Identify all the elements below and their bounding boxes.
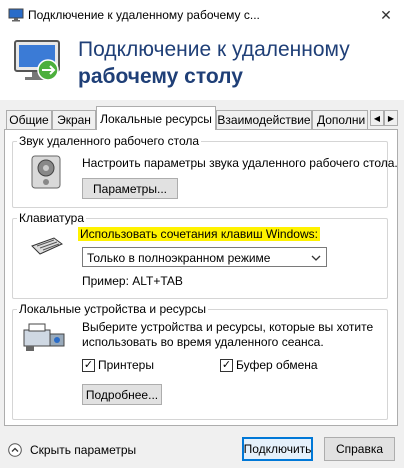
- devices-icon: [23, 323, 65, 351]
- header-title-line1: Подключение к удаленному: [78, 38, 350, 61]
- remote-desktop-icon: [14, 40, 60, 81]
- sound-group-legend: Звук удаленного рабочего стола: [19, 134, 200, 148]
- chevron-down-icon: [311, 255, 321, 261]
- keyboard-icon: [31, 237, 63, 255]
- windows-keys-dropdown[interactable]: Только в полноэкранном режиме: [82, 247, 327, 267]
- tab-general[interactable]: Общие: [6, 110, 52, 129]
- devices-group-legend: Локальные устройства и ресурсы: [19, 302, 206, 316]
- more-devices-button[interactable]: Подробнее...: [82, 384, 162, 405]
- windows-keys-dropdown-value: Только в полноэкранном режиме: [87, 251, 271, 265]
- devices-description-line1: Выберите устройства и ресурсы, которые в…: [82, 320, 374, 334]
- hide-options-link[interactable]: Скрыть параметры: [30, 443, 136, 457]
- tab-experience[interactable]: Взаимодействие: [216, 110, 312, 129]
- clipboard-label: Буфер обмена: [236, 358, 318, 372]
- app-icon: [8, 8, 24, 22]
- header-title-line2: рабочему столу: [78, 65, 243, 88]
- title-bar: Подключение к удаленному рабочему с... ✕: [0, 0, 404, 30]
- sound-settings-button[interactable]: Параметры...: [82, 178, 178, 199]
- sound-group: Звук удаленного рабочего стола: [12, 134, 388, 208]
- chevron-up-icon[interactable]: [8, 443, 22, 457]
- tab-scroll-left-icon[interactable]: ◀: [370, 110, 384, 126]
- clipboard-checkbox[interactable]: ✓: [220, 359, 233, 372]
- printers-label: Принтеры: [98, 358, 154, 372]
- connect-button[interactable]: Подключить: [242, 437, 313, 461]
- close-icon[interactable]: ✕: [368, 0, 404, 30]
- speaker-icon: [31, 155, 61, 189]
- tab-advanced[interactable]: Дополни: [312, 110, 368, 129]
- sound-description: Настроить параметры звука удаленного раб…: [82, 156, 398, 170]
- keyboard-example: Пример: ALT+TAB: [82, 274, 183, 288]
- help-button[interactable]: Справка: [324, 437, 395, 461]
- windows-keys-label: Использовать сочетания клавиш Windows:: [78, 227, 320, 241]
- header-banner: Подключение к удаленному рабочему столу: [0, 30, 404, 100]
- devices-description-line2: использовать во время удаленного сеанса.: [82, 335, 324, 349]
- tab-local-resources[interactable]: Локальные ресурсы: [96, 106, 216, 130]
- tab-display[interactable]: Экран: [52, 110, 96, 129]
- printers-checkbox[interactable]: ✓: [82, 359, 95, 372]
- window-title: Подключение к удаленному рабочему с...: [28, 8, 260, 22]
- tab-scroll-right-icon[interactable]: ▶: [384, 110, 398, 126]
- keyboard-group-legend: Клавиатура: [19, 211, 84, 225]
